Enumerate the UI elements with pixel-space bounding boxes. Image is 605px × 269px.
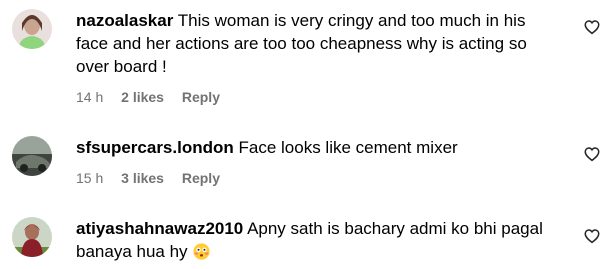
comments-list: nazoalaskar This woman is very cringy an… xyxy=(0,0,605,269)
comment-text-block: nazoalaskar This woman is very cringy an… xyxy=(76,9,556,78)
comment-likes[interactable]: 3 likes xyxy=(121,169,164,187)
heart-outline-icon[interactable] xyxy=(583,227,601,245)
flushed-face-emoji-icon xyxy=(193,243,210,260)
comment-meta: 15 h 3 likes Reply xyxy=(76,169,556,187)
avatar-image xyxy=(12,136,52,176)
comment-username[interactable]: sfsupercars.london xyxy=(76,138,234,157)
avatar-image xyxy=(12,9,52,49)
comment-text-block: atiyashahnawaz2010 Apny sath is bachary … xyxy=(76,217,556,263)
heart-outline-icon[interactable] xyxy=(583,145,601,163)
comment-meta: 14 h 2 likes Reply xyxy=(76,88,556,106)
comment-username[interactable]: nazoalaskar xyxy=(76,11,173,30)
comment-likes[interactable]: 2 likes xyxy=(121,88,164,106)
avatar[interactable] xyxy=(12,9,52,49)
avatar-image xyxy=(12,217,52,257)
comment-username[interactable]: atiyashahnawaz2010 xyxy=(76,219,243,238)
comment-text-block: sfsupercars.london Face looks like cemen… xyxy=(76,136,556,159)
reply-button[interactable]: Reply xyxy=(182,169,220,187)
avatar[interactable] xyxy=(12,217,52,257)
heart-outline-icon[interactable] xyxy=(583,18,601,36)
reply-button[interactable]: Reply xyxy=(182,88,220,106)
comment-time[interactable]: 15 h xyxy=(76,169,103,187)
comment-text: Face looks like cement mixer xyxy=(238,138,458,157)
avatar[interactable] xyxy=(12,136,52,176)
comment-time[interactable]: 14 h xyxy=(76,88,103,106)
